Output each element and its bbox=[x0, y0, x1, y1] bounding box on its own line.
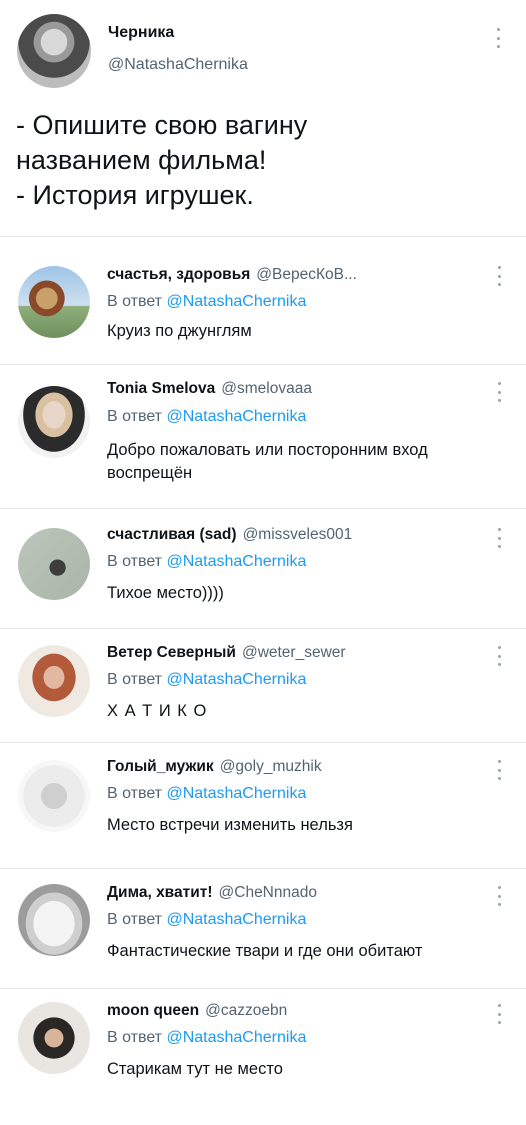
reply-to: В ответ @NatashaChernika bbox=[107, 785, 306, 803]
reply-text: Фантастические твари и где они обитают bbox=[107, 942, 423, 960]
main-tweet: Черника @NatashaChernika - Опишите свою … bbox=[0, 0, 526, 236]
more-options-icon[interactable] bbox=[496, 382, 502, 402]
author-name[interactable]: moon queen bbox=[107, 1002, 199, 1019]
mention-link[interactable]: @NatashaChernika bbox=[166, 293, 306, 310]
author-name[interactable]: Tonia Smelova bbox=[107, 380, 215, 397]
author-name[interactable]: счастья, здоровья bbox=[107, 266, 250, 283]
author-handle[interactable]: @ВересКоВ... bbox=[256, 266, 357, 283]
mention-link[interactable]: @NatashaChernika bbox=[166, 1029, 306, 1046]
more-options-icon[interactable] bbox=[496, 760, 502, 780]
reply-text: Старикам тут не место bbox=[107, 1060, 283, 1078]
avatar[interactable] bbox=[18, 1002, 90, 1074]
more-options-icon[interactable] bbox=[496, 646, 502, 666]
reply-text: Тихое место)))) bbox=[107, 584, 224, 602]
reply-to: В ответ @NatashaChernika bbox=[107, 671, 306, 689]
mention-link[interactable]: @NatashaChernika bbox=[166, 408, 306, 425]
reply-to-label: В ответ bbox=[107, 785, 163, 802]
reply-header: счастливая (sad) @missveles001 bbox=[107, 526, 352, 544]
author-name[interactable]: Голый_мужик bbox=[107, 758, 214, 775]
reply-tweet[interactable]: Голый_мужик @goly_muzhik В ответ @Natasha… bbox=[0, 742, 526, 868]
reply-text: Место встречи изменить нельзя bbox=[107, 816, 353, 834]
more-options-icon[interactable] bbox=[495, 28, 501, 48]
author-handle[interactable]: @cazzoebn bbox=[205, 1002, 287, 1019]
author-name[interactable]: Черника bbox=[108, 24, 174, 42]
avatar[interactable] bbox=[18, 884, 90, 956]
divider bbox=[0, 508, 526, 509]
avatar[interactable] bbox=[18, 645, 90, 717]
more-options-icon[interactable] bbox=[496, 886, 502, 906]
reply-to: В ответ @NatashaChernika bbox=[107, 911, 306, 929]
avatar[interactable] bbox=[17, 14, 91, 88]
more-options-icon[interactable] bbox=[496, 528, 502, 548]
reply-to-label: В ответ bbox=[107, 408, 163, 425]
divider bbox=[0, 742, 526, 743]
reply-to-label: В ответ bbox=[107, 1029, 163, 1046]
more-options-icon[interactable] bbox=[496, 1004, 502, 1024]
author-handle[interactable]: @smelovaaa bbox=[221, 380, 312, 397]
reply-header: Голый_мужик @goly_muzhik bbox=[107, 758, 322, 776]
author-handle[interactable]: @missveles001 bbox=[243, 526, 353, 543]
mention-link[interactable]: @NatashaChernika bbox=[166, 553, 306, 570]
reply-header: счастья, здоровья @ВересКоВ... bbox=[107, 266, 357, 284]
mention-link[interactable]: @NatashaChernika bbox=[166, 911, 306, 928]
mention-link[interactable]: @NatashaChernika bbox=[166, 785, 306, 802]
more-options-icon[interactable] bbox=[496, 266, 502, 286]
reply-tweet[interactable]: Tonia Smelova @smelovaaa В ответ @Natasha… bbox=[0, 364, 526, 508]
reply-tweet[interactable]: счастливая (sad) @missveles001 В ответ @N… bbox=[0, 508, 526, 628]
reply-to-label: В ответ bbox=[107, 911, 163, 928]
reply-tweet[interactable]: Ветер Северный @weter_sewer В ответ @Nata… bbox=[0, 628, 526, 742]
author-handle[interactable]: @CheNnnado bbox=[219, 884, 317, 901]
reply-tweet[interactable]: moon queen @cazzoebn В ответ @NatashaCher… bbox=[0, 988, 526, 1125]
avatar[interactable] bbox=[18, 760, 90, 832]
reply-to-label: В ответ bbox=[107, 293, 163, 310]
reply-to: В ответ @NatashaChernika bbox=[107, 408, 306, 426]
reply-header: Tonia Smelova @smelovaaa bbox=[107, 380, 312, 398]
reply-text: Добро пожаловать или посторонним вход во… bbox=[107, 441, 428, 482]
divider bbox=[0, 988, 526, 989]
author-name[interactable]: Дима, хватит! bbox=[107, 884, 213, 901]
reply-header: Дима, хватит! @CheNnnado bbox=[107, 884, 317, 902]
reply-tweet[interactable]: Дима, хватит! @CheNnnado В ответ @Natasha… bbox=[0, 868, 526, 988]
reply-tweet[interactable]: счастья, здоровья @ВересКоВ... В ответ @N… bbox=[0, 236, 526, 364]
reply-text: Х А Т И К О bbox=[107, 702, 208, 720]
author-handle[interactable]: @goly_muzhik bbox=[220, 758, 322, 775]
divider bbox=[0, 236, 526, 237]
avatar[interactable] bbox=[18, 266, 90, 338]
reply-to: В ответ @NatashaChernika bbox=[107, 553, 306, 571]
reply-to-label: В ответ bbox=[107, 553, 163, 570]
divider bbox=[0, 868, 526, 869]
divider bbox=[0, 628, 526, 629]
mention-link[interactable]: @NatashaChernika bbox=[166, 671, 306, 688]
author-name[interactable]: Ветер Северный bbox=[107, 644, 236, 661]
avatar[interactable] bbox=[18, 386, 90, 458]
divider bbox=[0, 364, 526, 365]
tweet-text: - Опишите свою вагину названием фильма! … bbox=[16, 110, 308, 210]
reply-text: Круиз по джунглям bbox=[107, 322, 252, 340]
reply-to: В ответ @NatashaChernika bbox=[107, 1029, 306, 1047]
author-handle[interactable]: @weter_sewer bbox=[242, 644, 346, 661]
reply-to: В ответ @NatashaChernika bbox=[107, 293, 306, 311]
author-name[interactable]: счастливая (sad) bbox=[107, 526, 237, 543]
reply-to-label: В ответ bbox=[107, 671, 163, 688]
author-handle[interactable]: @NatashaChernika bbox=[108, 56, 248, 74]
reply-header: moon queen @cazzoebn bbox=[107, 1002, 287, 1020]
reply-header: Ветер Северный @weter_sewer bbox=[107, 644, 346, 662]
avatar[interactable] bbox=[18, 528, 90, 600]
